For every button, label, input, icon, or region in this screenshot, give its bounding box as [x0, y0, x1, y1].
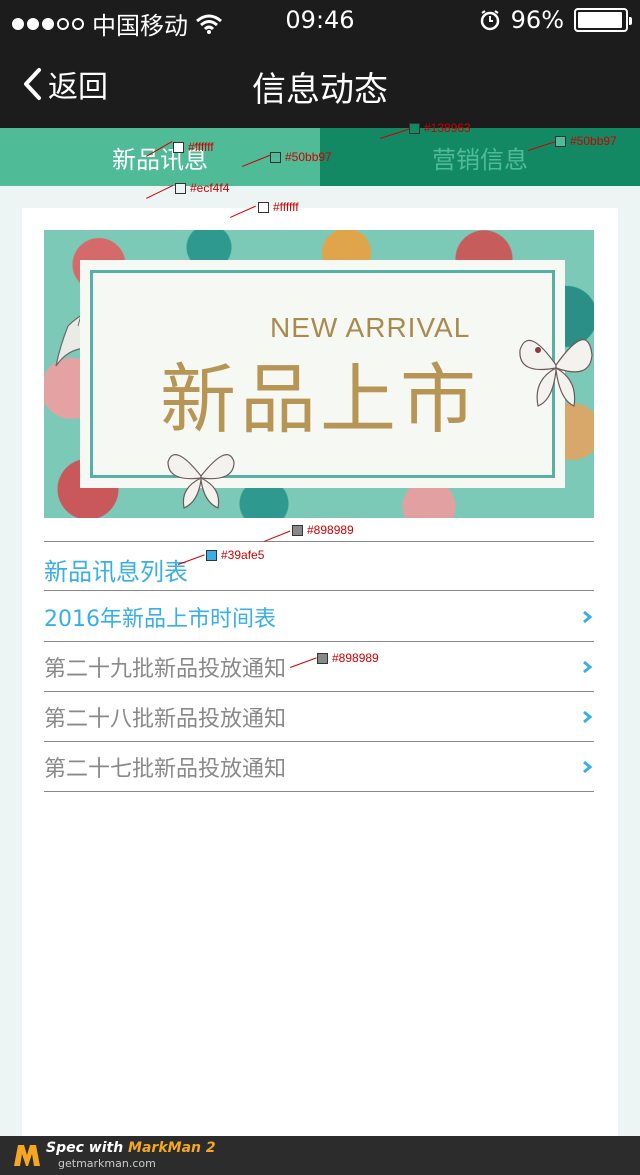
- list-item-label: 第二十七批新品投放通知: [44, 756, 287, 782]
- color-annotation-label: #ffffff: [273, 200, 299, 214]
- color-swatch: [173, 141, 184, 153]
- list-item[interactable]: 第二十九批新品投放通知: [44, 642, 594, 692]
- color-swatch: [317, 652, 328, 664]
- battery-percent: 96%: [510, 6, 564, 34]
- color-swatch: [175, 182, 186, 194]
- color-annotation: #ffffff: [173, 140, 214, 154]
- content-card: NEW ARRIVAL 新品上市 新品讯息列表 2016年新品上市时间表 第二十…: [22, 208, 618, 1136]
- color-annotation-label: #ecf4f4: [190, 181, 230, 195]
- banner-inner: NEW ARRIVAL 新品上市: [80, 260, 565, 488]
- status-right: 96%: [479, 6, 632, 34]
- color-swatch: [270, 151, 281, 163]
- color-annotation-label: #50bb97: [570, 134, 617, 148]
- color-annotation-label: #39afe5: [221, 548, 265, 562]
- list-item-label: 2016年新品上市时间表: [44, 606, 276, 632]
- color-annotation-label: #898989: [307, 523, 354, 537]
- list-header: 新品讯息列表: [44, 541, 594, 591]
- alarm-icon: [480, 10, 499, 31]
- color-swatch: [206, 549, 217, 561]
- color-annotation: #138963: [409, 121, 471, 135]
- color-swatch: [258, 201, 269, 213]
- color-annotation: #50bb97: [270, 150, 332, 164]
- markman-logo-icon: [14, 1145, 40, 1166]
- color-annotation-label: #898989: [332, 651, 379, 665]
- list-item-label: 第二十九批新品投放通知: [44, 656, 287, 682]
- new-arrival-banner[interactable]: NEW ARRIVAL 新品上市: [44, 230, 594, 518]
- color-annotation: #898989: [317, 651, 379, 665]
- list-item[interactable]: 2016年新品上市时间表: [44, 592, 594, 642]
- list-item[interactable]: 第二十七批新品投放通知: [44, 742, 594, 792]
- nav-bar: 返回 信息动态: [0, 40, 640, 128]
- chevron-right-icon: [583, 660, 593, 673]
- color-swatch: [292, 524, 303, 536]
- color-annotation-label: #138963: [424, 121, 471, 135]
- banner-chinese-text: 新品上市: [160, 355, 480, 444]
- color-annotation: #898989: [292, 523, 354, 537]
- color-annotation: #ffffff: [258, 200, 299, 214]
- butterfly-icon: [519, 339, 593, 407]
- list-item-label: 第二十八批新品投放通知: [44, 706, 287, 732]
- battery-fill: [578, 12, 623, 28]
- footer-url: getmarkman.com: [58, 1157, 156, 1170]
- color-swatch: [409, 122, 420, 134]
- color-annotation: #50bb97: [555, 134, 617, 148]
- color-annotation-label: #ffffff: [188, 140, 214, 154]
- color-swatch: [555, 135, 566, 147]
- color-annotation-label: #50bb97: [285, 150, 332, 164]
- footer-brand: MarkMan 2: [128, 1140, 216, 1156]
- footer-prefix: Spec with: [46, 1140, 124, 1156]
- chevron-right-icon: [583, 710, 593, 723]
- chevron-right-icon: [583, 760, 593, 773]
- footer-title: Spec with MarkMan 2: [46, 1140, 216, 1156]
- markman-footer: Spec with MarkMan 2 getmarkman.com: [0, 1136, 640, 1175]
- battery-icon: [574, 8, 632, 32]
- chevron-right-icon: [583, 610, 593, 623]
- status-bar: 中国移动 09:46 96%: [0, 0, 640, 40]
- color-annotation: #ecf4f4: [175, 181, 229, 195]
- list-item[interactable]: 第二十八批新品投放通知: [44, 692, 594, 742]
- butterfly-small-icon: [167, 454, 235, 509]
- page-title: 信息动态: [252, 70, 388, 110]
- color-annotation: #39afe5: [206, 548, 264, 562]
